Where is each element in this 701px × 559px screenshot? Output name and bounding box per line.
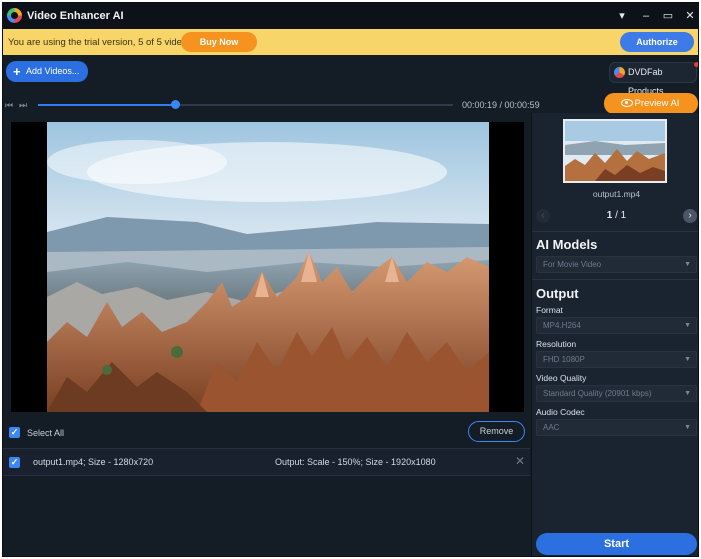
select-all-label: Select All bbox=[27, 428, 65, 438]
dvdfab-logo-icon bbox=[614, 67, 625, 78]
plus-icon: + bbox=[13, 64, 21, 79]
thumbnail-filename: output1.mp4 bbox=[592, 189, 641, 199]
settings-panel: output1.mp4 ‹ 1 / 1 › AI Models For Movi… bbox=[531, 113, 698, 556]
chevron-down-icon: ▼ bbox=[684, 356, 691, 363]
list-item[interactable]: ✓ output1.mp4; Size - 1280x720 Output: S… bbox=[3, 448, 530, 476]
divider bbox=[532, 279, 698, 280]
dvdfab-products-label: DVDFab Products bbox=[628, 67, 664, 96]
ai-models-title: AI Models bbox=[536, 237, 598, 252]
preview-ai-button[interactable]: Preview AI bbox=[604, 93, 698, 114]
ai-model-select[interactable]: For Movie Video ▼ bbox=[536, 256, 697, 273]
app-logo-icon bbox=[7, 8, 22, 23]
maximize-button[interactable]: ▭ bbox=[659, 7, 677, 25]
video-thumbnail[interactable] bbox=[563, 119, 667, 183]
remove-button[interactable]: Remove bbox=[468, 421, 525, 442]
output-title: Output bbox=[536, 286, 579, 301]
trial-banner: You are using the trial version, 5 of 5 … bbox=[3, 29, 698, 55]
page-indicator: 1 / 1 bbox=[532, 210, 698, 221]
video-frame-image bbox=[47, 122, 489, 412]
video-quality-label: Video Quality bbox=[536, 373, 587, 383]
time-display: 00:00:19 / 00:00:59 bbox=[462, 100, 540, 110]
app-window: Video Enhancer AI ▾ – ▭ ✕ You are using … bbox=[2, 2, 699, 557]
format-label: Format bbox=[536, 305, 563, 315]
chevron-down-icon: ▼ bbox=[684, 322, 691, 329]
format-select[interactable]: MP4.H264 ▼ bbox=[536, 317, 697, 334]
chevron-down-icon: ▼ bbox=[684, 261, 691, 268]
file-name: output1.mp4; Size - 1280x720 bbox=[33, 457, 154, 467]
seek-bar-progress bbox=[38, 104, 175, 106]
menu-dropdown-icon[interactable]: ▾ bbox=[613, 7, 631, 25]
file-output-info: Output: Scale - 150%; Size - 1920x1080 bbox=[275, 457, 436, 467]
select-all-row: ✓ Select All Remove bbox=[3, 421, 530, 445]
trial-message: You are using the trial version, 5 of 5 … bbox=[8, 37, 210, 48]
file-checkbox[interactable]: ✓ bbox=[9, 457, 20, 468]
resolution-label: Resolution bbox=[536, 339, 577, 349]
chevron-down-icon: ▼ bbox=[684, 390, 691, 397]
ai-model-value: For Movie Video bbox=[543, 260, 602, 269]
format-value: MP4.H264 bbox=[543, 321, 581, 330]
dvdfab-products-button[interactable]: DVDFab Products bbox=[609, 62, 697, 96]
minimize-button[interactable]: – bbox=[637, 7, 655, 25]
audio-codec-label: Audio Codec bbox=[536, 407, 585, 417]
video-quality-select[interactable]: Standard Quality (20901 kbps) ▼ bbox=[536, 385, 697, 402]
eye-icon bbox=[621, 99, 633, 107]
preview-ai-label: Preview AI bbox=[634, 98, 680, 109]
add-videos-button[interactable]: + Add Videos... bbox=[6, 61, 88, 82]
start-button[interactable]: Start bbox=[536, 533, 697, 555]
add-videos-label: Add Videos... bbox=[26, 66, 80, 76]
remove-file-icon[interactable]: ✕ bbox=[515, 454, 525, 468]
page-current: 1 bbox=[606, 210, 613, 221]
buy-now-button[interactable]: Buy Now bbox=[181, 32, 257, 52]
next-page-button[interactable]: › bbox=[683, 209, 697, 223]
resolution-value: FHD 1080P bbox=[543, 355, 585, 364]
select-all-checkbox[interactable]: ✓ bbox=[9, 427, 20, 438]
seek-handle[interactable] bbox=[170, 100, 180, 109]
close-button[interactable]: ✕ bbox=[681, 7, 698, 25]
title-bar: Video Enhancer AI ▾ – ▭ ✕ bbox=[3, 3, 698, 29]
seek-bar[interactable] bbox=[38, 104, 453, 106]
divider bbox=[532, 231, 698, 232]
page-total: / 1 bbox=[615, 210, 627, 221]
next-icon[interactable]: ⏭ bbox=[19, 100, 27, 111]
notification-dot bbox=[694, 62, 698, 67]
chevron-down-icon: ▼ bbox=[684, 424, 691, 431]
video-quality-value: Standard Quality (20901 kbps) bbox=[543, 389, 652, 398]
audio-codec-select[interactable]: AAC ▼ bbox=[536, 419, 697, 436]
window-title: Video Enhancer AI bbox=[27, 10, 124, 22]
video-preview[interactable] bbox=[11, 122, 524, 412]
previous-icon[interactable]: ⏮ bbox=[5, 100, 13, 111]
authorize-button[interactable]: Authorize bbox=[620, 32, 694, 52]
resolution-select[interactable]: FHD 1080P ▼ bbox=[536, 351, 697, 368]
audio-codec-value: AAC bbox=[543, 423, 560, 432]
